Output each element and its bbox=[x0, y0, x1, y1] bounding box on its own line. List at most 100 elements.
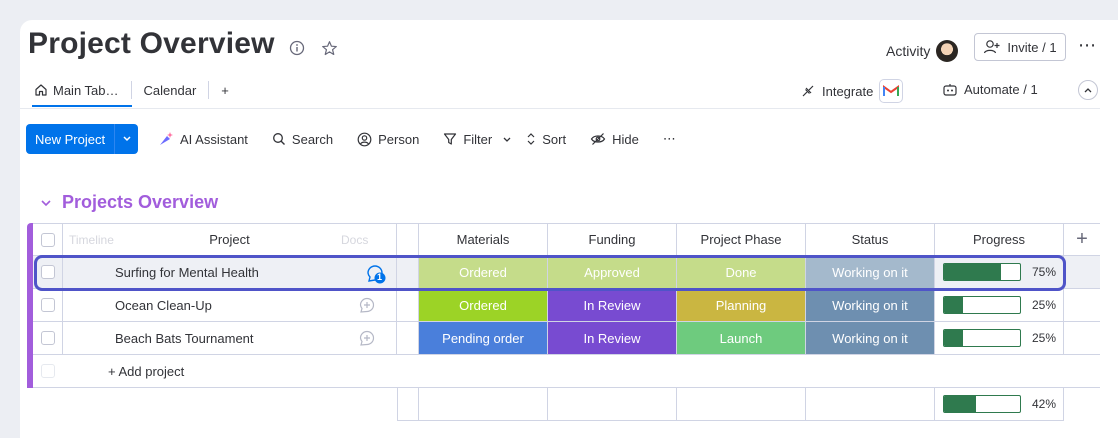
group-header[interactable]: Projects Overview bbox=[40, 192, 218, 213]
new-project-dropdown-icon[interactable] bbox=[115, 134, 138, 145]
add-update-icon[interactable] bbox=[358, 296, 376, 319]
materials-status[interactable]: Pending order bbox=[419, 322, 548, 355]
add-view-button[interactable]: + bbox=[209, 80, 241, 100]
add-row-select-cell bbox=[33, 355, 63, 388]
materials-status[interactable]: Ordered bbox=[419, 289, 548, 322]
activity-button[interactable]: Activity bbox=[886, 40, 959, 62]
funding-status[interactable]: In Review bbox=[548, 289, 677, 322]
more-options-icon[interactable]: ⋯ bbox=[1078, 35, 1097, 56]
automate-button[interactable]: Automate / 1 bbox=[942, 82, 1038, 97]
project-name-cell[interactable]: Ocean Clean-Up bbox=[63, 289, 397, 322]
status-label: Working on it bbox=[832, 297, 908, 313]
updates-bubble-icon[interactable]: 1 bbox=[365, 263, 387, 290]
row-checkbox[interactable] bbox=[40, 265, 55, 279]
group-collapse-chevron-icon[interactable] bbox=[40, 199, 52, 207]
activity-label: Activity bbox=[886, 43, 931, 59]
header-status-label: Status bbox=[851, 232, 889, 247]
header-phase-label: Project Phase bbox=[700, 232, 782, 247]
person-label: Person bbox=[378, 131, 420, 147]
new-project-button[interactable]: New Project bbox=[26, 124, 138, 154]
info-icon[interactable] bbox=[288, 39, 306, 57]
row-select-cell bbox=[33, 256, 63, 289]
sort-label: Sort bbox=[542, 131, 567, 147]
materials-status[interactable]: Ordered bbox=[419, 256, 548, 289]
view-tabs: Main Tab… Calendar + bbox=[32, 80, 241, 100]
progress-bar bbox=[943, 263, 1021, 281]
header-phase[interactable]: Project Phase bbox=[677, 223, 806, 256]
status-badge[interactable]: Working on it bbox=[806, 256, 935, 289]
materials-label: Ordered bbox=[459, 297, 507, 313]
add-view-label: + bbox=[221, 82, 229, 98]
ai-sparkle-icon bbox=[160, 132, 173, 145]
progress-fill bbox=[944, 330, 963, 346]
avatar bbox=[936, 40, 959, 62]
updates-count: 1 bbox=[377, 272, 383, 282]
filter-button[interactable]: Filter bbox=[443, 132, 512, 147]
materials-label: Ordered bbox=[459, 264, 507, 280]
project-name-cell[interactable]: Beach Bats Tournament bbox=[63, 322, 397, 355]
search-label: Search bbox=[291, 131, 334, 147]
progress-percent: 25% bbox=[1032, 331, 1057, 345]
integrate-label: Integrate bbox=[822, 83, 874, 99]
search-button[interactable]: Search bbox=[272, 132, 333, 147]
header-funding-label: Funding bbox=[588, 232, 636, 247]
header-project-label: Project bbox=[209, 232, 250, 247]
summary-materials bbox=[419, 388, 548, 421]
sort-button[interactable]: Sort bbox=[526, 132, 566, 147]
header-funding[interactable]: Funding bbox=[548, 223, 677, 256]
add-project-input[interactable]: + Add project bbox=[63, 355, 1100, 388]
collapse-header-icon[interactable] bbox=[1078, 80, 1098, 100]
new-project-label: New Project bbox=[35, 131, 106, 147]
board: Project Overview Activity Invite / 1 ⋯ M… bbox=[20, 20, 1118, 438]
funding-status[interactable]: In Review bbox=[548, 322, 677, 355]
ai-assistant-label: AI Assistant bbox=[180, 131, 248, 147]
integrate-button[interactable]: Integrate bbox=[800, 79, 904, 103]
person-filter-button[interactable]: Person bbox=[357, 132, 419, 147]
filter-icon bbox=[444, 133, 457, 145]
tab-main-label: Main Tab… bbox=[53, 82, 119, 98]
summary-progress: 42% bbox=[935, 388, 1064, 421]
phase-status[interactable]: Planning bbox=[677, 289, 806, 322]
select-all-checkbox[interactable] bbox=[40, 232, 55, 247]
add-column-button[interactable]: + bbox=[1064, 223, 1100, 256]
row-checkbox[interactable] bbox=[40, 331, 55, 345]
header-progress[interactable]: Progress bbox=[935, 223, 1064, 256]
row-checkbox[interactable] bbox=[40, 298, 55, 312]
filter-label: Filter bbox=[463, 131, 493, 147]
empty-cell bbox=[1064, 289, 1100, 322]
progress-cell: 75% bbox=[935, 256, 1064, 289]
progress-percent: 75% bbox=[1032, 265, 1057, 279]
project-name: Beach Bats Tournament bbox=[115, 330, 254, 346]
header-updates bbox=[397, 223, 419, 256]
add-person-icon bbox=[984, 40, 1000, 54]
person-icon bbox=[357, 132, 372, 146]
header-project[interactable]: Timeline Project Docs bbox=[63, 223, 397, 256]
status-label: Working on it bbox=[832, 330, 908, 346]
filter-dropdown-icon[interactable] bbox=[502, 136, 512, 143]
funding-status[interactable]: Approved bbox=[548, 256, 677, 289]
status-badge[interactable]: Working on it bbox=[806, 322, 935, 355]
tab-calendar[interactable]: Calendar bbox=[132, 80, 209, 100]
phase-status[interactable]: Launch bbox=[677, 322, 806, 355]
status-badge[interactable]: Working on it bbox=[806, 289, 935, 322]
ai-assistant-button[interactable]: AI Assistant bbox=[158, 131, 248, 147]
phase-status[interactable]: Done bbox=[677, 256, 806, 289]
progress-bar bbox=[943, 296, 1021, 314]
row-select-cell bbox=[33, 289, 63, 322]
add-update-icon[interactable] bbox=[358, 329, 376, 352]
project-name-cell[interactable]: Surfing for Mental Health bbox=[63, 256, 397, 289]
group-title: Projects Overview bbox=[62, 192, 219, 212]
invite-button[interactable]: Invite / 1 bbox=[974, 33, 1066, 61]
project-name: Ocean Clean-Up bbox=[115, 297, 212, 313]
home-icon bbox=[35, 84, 47, 96]
row-select-cell bbox=[33, 322, 63, 355]
header-materials[interactable]: Materials bbox=[419, 223, 548, 256]
progress-cell: 25% bbox=[935, 322, 1064, 355]
tab-main-table[interactable]: Main Tab… bbox=[32, 80, 131, 100]
toolbar-more-icon[interactable]: ⋯ bbox=[663, 131, 676, 147]
header-status[interactable]: Status bbox=[806, 223, 935, 256]
tabs-divider bbox=[20, 108, 1100, 109]
hide-button[interactable]: Hide bbox=[590, 132, 639, 147]
select-all-cell bbox=[33, 223, 63, 256]
star-icon[interactable] bbox=[320, 39, 338, 57]
